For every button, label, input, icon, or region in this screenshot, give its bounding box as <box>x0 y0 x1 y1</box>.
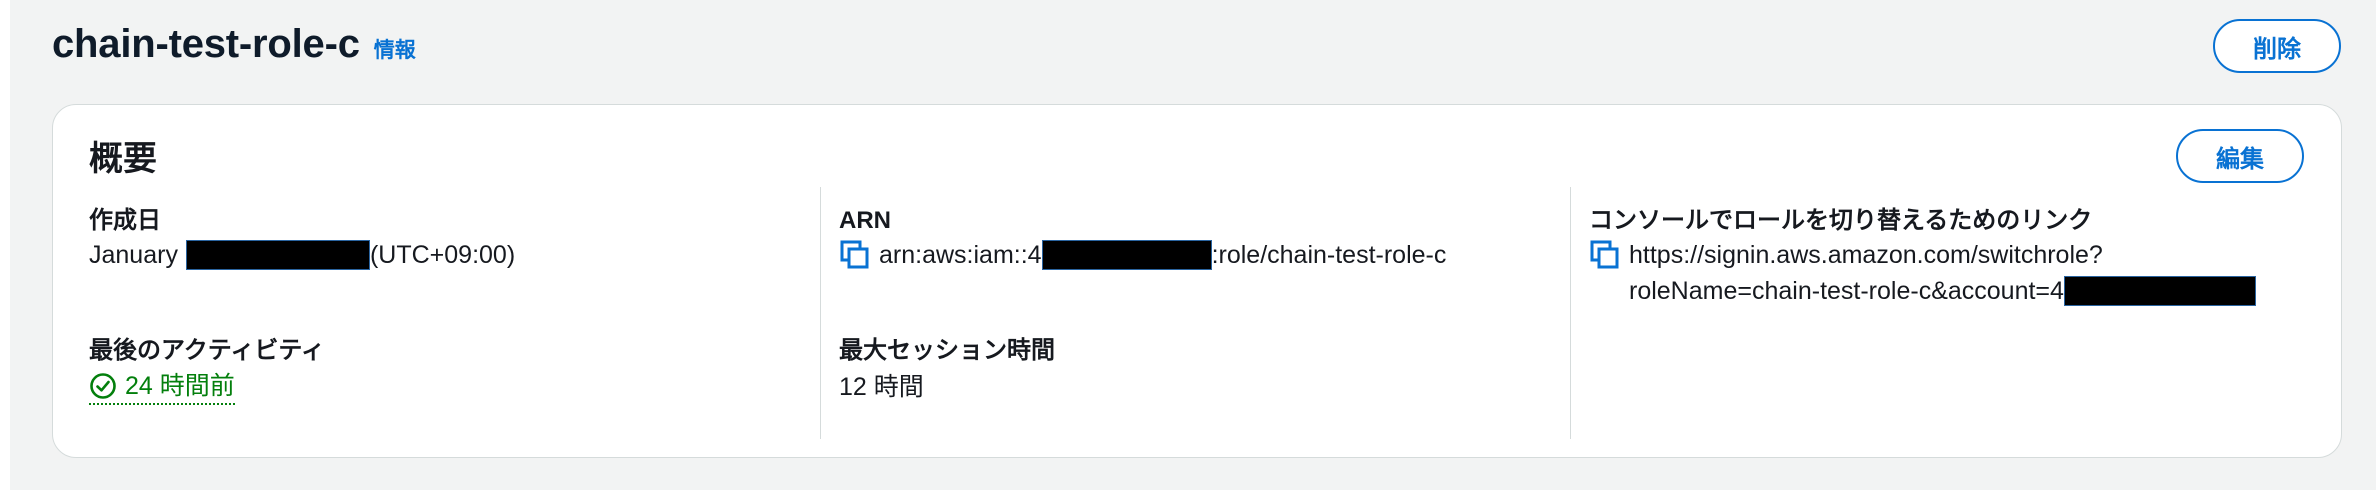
page-header: chain-test-role-c 情報 <box>52 22 416 82</box>
info-link[interactable]: 情報 <box>374 34 416 64</box>
arn-value: arn:aws:iam::4 :role/chain-test-role-c <box>839 237 1446 273</box>
max-session-value: 12 時間 <box>839 373 924 401</box>
column-divider <box>820 187 821 439</box>
switch-role-url-line2-row: roleName=chain-test-role-c&account=4 <box>1629 273 2256 309</box>
switch-role-link-label: コンソールでロールを切り替えるためのリンク <box>1589 207 2093 234</box>
redacted-account-id <box>2063 276 2256 306</box>
role-detail-page: chain-test-role-c 情報 削除 概要 作成日 January (… <box>0 0 2376 490</box>
switch-role-url-line2: roleName=chain-test-role-c&account=4 <box>1629 277 2064 305</box>
created-date-prefix: January <box>89 241 178 269</box>
summary-column-3: コンソールでロールを切り替えるためのリンク https://signin.aws… <box>1589 205 2256 309</box>
arn-suffix: :role/chain-test-role-c <box>1211 241 1447 269</box>
created-date-label: 作成日 <box>89 207 161 234</box>
summary-column-1: 作成日 January (UTC+09:00) 最後のアクティビティ 24 時間… <box>89 205 515 405</box>
summary-column-2: ARN arn:aws:iam::4 :role/chain-test-role… <box>839 205 1446 405</box>
column-divider <box>1570 187 1571 439</box>
redacted-date <box>185 240 370 270</box>
switch-role-url[interactable]: https://signin.aws.amazon.com/switchrole… <box>1629 237 2256 309</box>
arn-label: ARN <box>839 207 891 234</box>
edit-button[interactable]: 編集 <box>2176 129 2304 183</box>
copy-icon[interactable] <box>1589 239 1621 271</box>
summary-panel: 概要 作成日 January (UTC+09:00) 最後のアクティビティ 24… <box>52 104 2342 458</box>
arn-prefix: arn:aws:iam::4 <box>879 241 1042 269</box>
summary-title: 概要 <box>89 140 157 178</box>
last-activity-value: 24 時間前 <box>125 372 235 400</box>
created-date-suffix: (UTC+09:00) <box>369 241 516 269</box>
delete-button[interactable]: 削除 <box>2213 19 2341 73</box>
copy-icon[interactable] <box>839 239 871 271</box>
page-edge <box>0 0 10 490</box>
max-session-label: 最大セッション時間 <box>839 337 1055 364</box>
last-activity-label: 最後のアクティビティ <box>89 337 325 364</box>
redacted-account-id <box>1041 240 1212 270</box>
last-activity-value-row: 24 時間前 <box>89 369 515 405</box>
switch-role-url-line1: https://signin.aws.amazon.com/switchrole… <box>1629 241 2103 269</box>
switch-role-link-value: https://signin.aws.amazon.com/switchrole… <box>1589 237 2256 309</box>
page-title: chain-test-role-c <box>52 22 360 66</box>
created-date-value: January (UTC+09:00) <box>89 237 515 273</box>
check-circle-icon <box>90 373 116 399</box>
last-activity-status[interactable]: 24 時間前 <box>89 369 235 405</box>
